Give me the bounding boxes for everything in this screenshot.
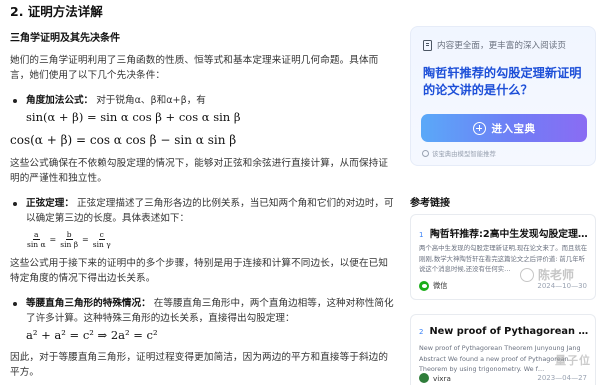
- cosine-addition-formula: cos(α + β) = cos α cos β − sin α sin β: [10, 133, 237, 147]
- reference-title[interactable]: New proof of Pythagorean Theorem…: [429, 326, 591, 337]
- subsection-title: 三角学证明及其先决条件: [10, 33, 120, 44]
- paragraph-2: 这些公式确保在不依赖勾股定理的情况下，能够对正弦和余弦进行直接计算，从而保持证明…: [10, 158, 389, 184]
- bullet-text: 对于锐角α、β和α+β，有: [96, 95, 206, 106]
- fraction-a: a sin α: [27, 230, 46, 249]
- deep-read-header: 内容更全面，更丰富的深入阅读页: [423, 39, 566, 51]
- reference-date: 2024—10—30: [537, 282, 587, 290]
- deep-read-question[interactable]: 陶哲轩推荐的勾股定理新证明的论文讲的是什么？: [423, 65, 593, 99]
- reference-date: 2023—04—27: [537, 374, 587, 382]
- watermark-bottom: 量子位: [555, 354, 591, 367]
- fraction-c: c sin γ: [92, 230, 111, 249]
- side-panel: 内容更全面，更丰富的深入阅读页 陶哲轩推荐的勾股定理新证明的论文讲的是什么？ 进…: [400, 0, 600, 385]
- bullet-title: 等腰直角三角形的特殊情况：: [26, 298, 151, 309]
- reference-number: 2: [419, 328, 424, 336]
- bullet-isosceles-right-triangle: 等腰直角三角形的特殊情况： 在等腰直角三角形中，两个直角边相等，这种对称性简化了…: [10, 296, 395, 343]
- deep-read-card[interactable]: 内容更全面，更丰富的深入阅读页 陶哲轩推荐的勾股定理新证明的论文讲的是什么？ 进…: [410, 26, 596, 166]
- reference-card[interactable]: 1 陶哲轩推荐:2高中生发现勾股定理… 两个高中生发现的勾股定理新证明,现在论文…: [410, 214, 596, 300]
- paragraph-4: 因此，对于等腰直角三角形，证明过程变得更加简洁，因为两边的平方和直接等于斜边的平…: [10, 352, 389, 378]
- law-of-sines-formula: a sin α = b sin β = c sin γ: [27, 230, 111, 249]
- bullet-text: 正弦定理描述了三角形各边的比例关系，当已知两个角和它们的对边时，可以确定第三边的…: [26, 198, 394, 224]
- article-content: 2. 证明方法详解 三角学证明及其先决条件 她们的三角学证明利用了三角函数的性质…: [0, 0, 395, 385]
- bullet-law-of-sines: 正弦定理： 正弦定理描述了三角形各边的比例关系，当已知两个角和它们的对边时，可以…: [10, 196, 395, 249]
- watermark-logo-icon: [520, 267, 534, 282]
- bullet-angle-addition: 角度加法公式： 对于锐角α、β和α+β，有 sin(α + β) = sin α…: [10, 93, 395, 125]
- watermark-top: 陈老师: [520, 266, 574, 283]
- sine-addition-formula: sin(α + β) = sin α cos β + cos α sin β: [26, 110, 241, 124]
- wechat-icon: [419, 281, 429, 291]
- reference-title[interactable]: 陶哲轩推荐:2高中生发现勾股定理…: [430, 226, 588, 240]
- references-title: 参考链接: [410, 198, 450, 209]
- document-icon: [423, 39, 432, 51]
- vixra-icon: [419, 373, 429, 383]
- bullet-title: 正弦定理：: [26, 198, 74, 209]
- isosceles-formula: a² + a² = c² ⇒ 2a² = c²: [26, 328, 158, 342]
- reference-source: vixra: [419, 373, 451, 383]
- reference-card[interactable]: 2 New proof of Pythagorean Theorem… New …: [410, 314, 596, 385]
- bullet-title: 角度加法公式：: [26, 95, 94, 106]
- info-icon: [422, 150, 429, 157]
- plus-circle-icon: [472, 121, 486, 135]
- paragraph-3: 这些公式用于接下来的证明中的多个步骤，特别是用于连接和计算不同边长，以便在已知特…: [10, 258, 389, 284]
- reference-number: 1: [419, 231, 424, 239]
- section-title: 2. 证明方法详解: [10, 4, 103, 19]
- reference-source: 微信: [419, 281, 447, 291]
- intro-paragraph: 她们的三角学证明利用了三角函数的性质、恒等式和基本定理来证明几何命题。具体而言，…: [10, 55, 379, 81]
- enter-treasure-button[interactable]: 进入宝典: [421, 114, 587, 142]
- fraction-b: b sin β: [60, 230, 79, 249]
- deep-read-footer: 该宝典由模型智能推荐: [422, 149, 496, 158]
